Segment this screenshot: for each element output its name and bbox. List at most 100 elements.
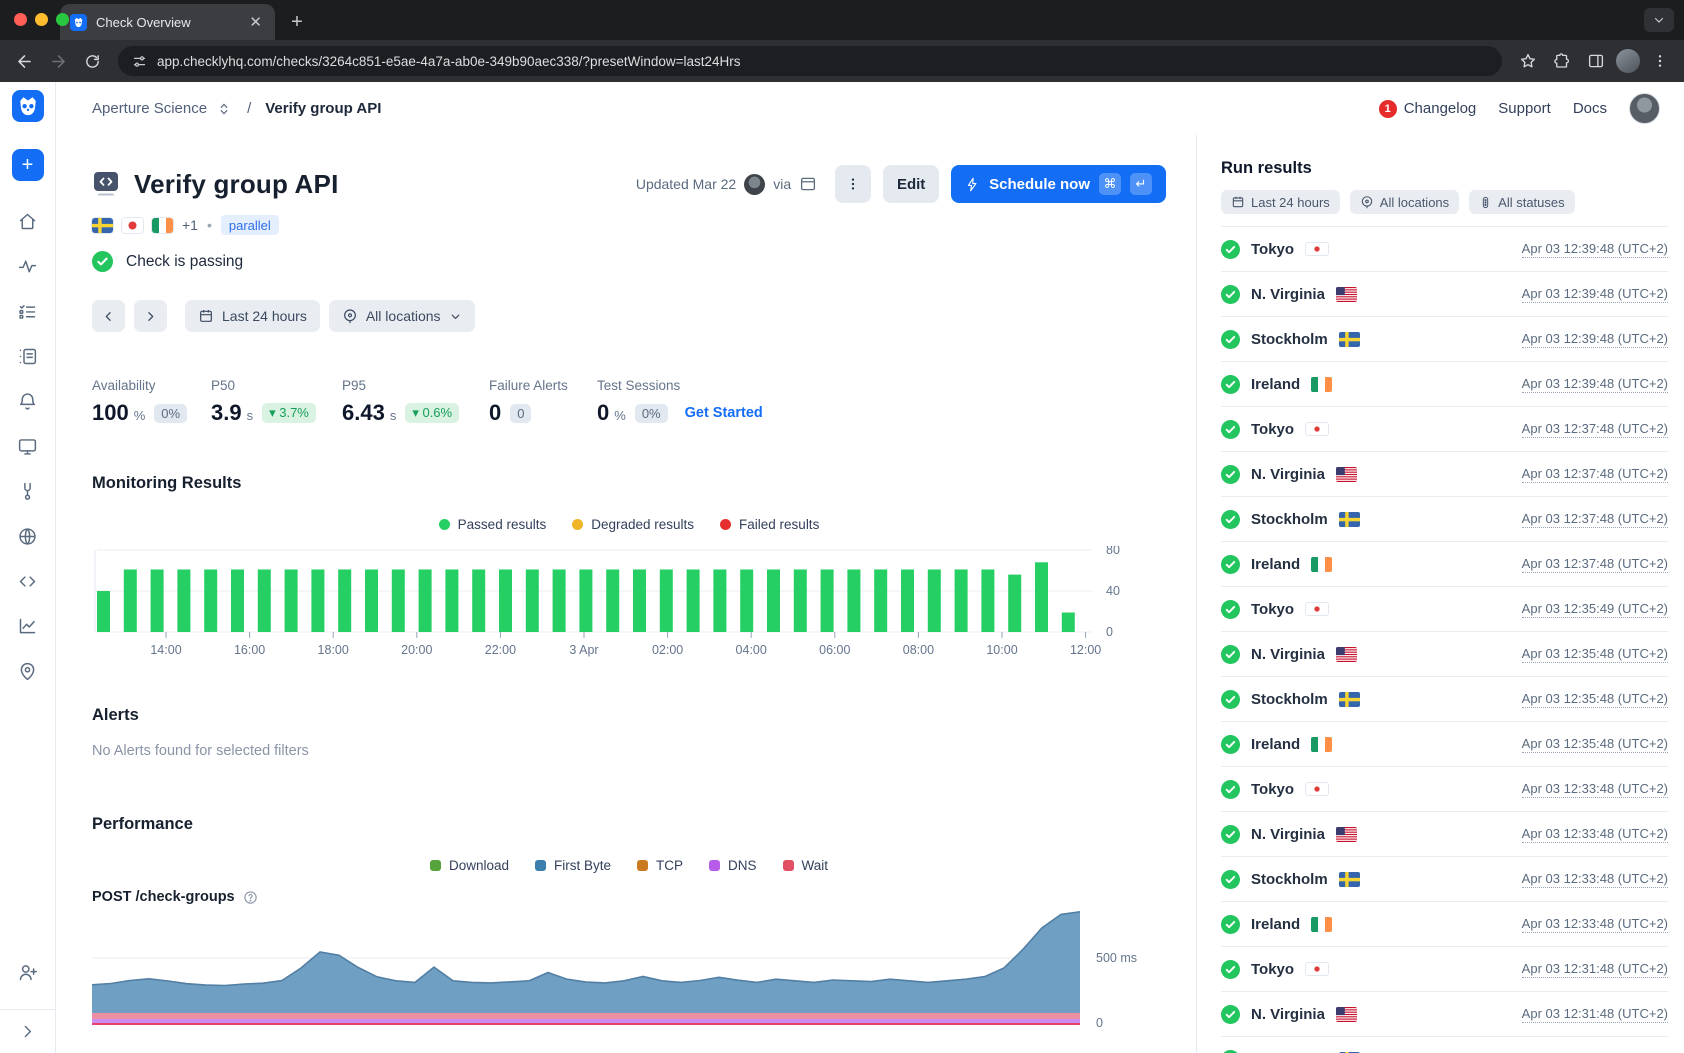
activity-icon[interactable]: [16, 255, 40, 279]
run-result-row[interactable]: N. Virginia Apr 03 12:31:48 (UTC+2): [1221, 991, 1668, 1036]
maintenance-icon[interactable]: [16, 480, 40, 504]
run-timestamp[interactable]: Apr 03 12:33:48 (UTC+2): [1522, 916, 1668, 933]
changelog-link[interactable]: 1 Changelog: [1379, 100, 1477, 118]
run-timestamp[interactable]: Apr 03 12:33:48 (UTC+2): [1522, 826, 1668, 843]
time-range-filter[interactable]: Last 24 hours: [185, 300, 320, 332]
stats-row: Availability 100 % 0% P50 3.9 s ▾ 3.7% P…: [92, 378, 1166, 426]
browser-menu-icon[interactable]: [1646, 47, 1674, 75]
run-result-row[interactable]: Tokyo Apr 03 12:35:49 (UTC+2): [1221, 586, 1668, 631]
monitoring-results-chart[interactable]: 8040014:0016:0018:0020:0022:003 Apr02:00…: [92, 546, 1138, 662]
performance-chart[interactable]: 500 ms0: [92, 911, 1138, 1033]
stat-value: 0: [597, 400, 609, 426]
run-result-row[interactable]: Tokyo Apr 03 12:33:48 (UTC+2): [1221, 766, 1668, 811]
run-timestamp[interactable]: Apr 03 12:31:48 (UTC+2): [1522, 961, 1668, 978]
side-panel-icon[interactable]: [1582, 47, 1610, 75]
run-result-row[interactable]: N. Virginia Apr 03 12:39:48 (UTC+2): [1221, 271, 1668, 316]
dashboards-icon[interactable]: [16, 345, 40, 369]
check-status: Check is passing: [92, 251, 1166, 272]
account-switcher-icon[interactable]: [215, 100, 233, 118]
browser-tab[interactable]: Check Overview ✕: [60, 4, 275, 40]
edit-button[interactable]: Edit: [883, 165, 939, 203]
runs-time-chip[interactable]: Last 24 hours: [1221, 190, 1340, 214]
run-result-row[interactable]: Stockholm Apr 03 12:37:48 (UTC+2): [1221, 496, 1668, 541]
tab-search-button[interactable]: [1644, 8, 1674, 32]
help-icon[interactable]: [243, 890, 258, 905]
window-controls[interactable]: [14, 13, 69, 26]
back-icon[interactable]: [10, 47, 38, 75]
browser-profile-avatar[interactable]: [1616, 49, 1640, 73]
run-timestamp[interactable]: Apr 03 12:39:48 (UTC+2): [1522, 376, 1668, 393]
new-tab-button[interactable]: +: [283, 8, 311, 36]
close-window-icon[interactable]: [14, 13, 27, 26]
docs-link[interactable]: Docs: [1573, 100, 1607, 117]
run-timestamp[interactable]: Apr 03 12:33:48 (UTC+2): [1522, 781, 1668, 798]
minimize-window-icon[interactable]: [35, 13, 48, 26]
run-result-row[interactable]: Tokyo Apr 03 12:37:48 (UTC+2): [1221, 406, 1668, 451]
user-avatar[interactable]: [1629, 93, 1660, 124]
tab-close-icon[interactable]: ✕: [246, 13, 265, 31]
run-result-row[interactable]: N. Virginia Apr 03 12:35:48 (UTC+2): [1221, 631, 1668, 676]
support-link[interactable]: Support: [1498, 100, 1551, 117]
passed-check-icon: [1221, 690, 1240, 709]
run-result-row[interactable]: Stockholm Apr 03 12:39:48 (UTC+2): [1221, 316, 1668, 361]
browser-checks-icon[interactable]: [16, 435, 40, 459]
private-locations-globe-icon[interactable]: [16, 525, 40, 549]
runs-locations-chip[interactable]: All locations: [1350, 190, 1459, 214]
app-header: Aperture Science / Verify group API 1 Ch…: [56, 82, 1684, 135]
breadcrumb-page: Verify group API: [265, 100, 381, 117]
bookmark-star-icon[interactable]: [1514, 47, 1542, 75]
run-result-row[interactable]: Stockholm Apr 03 12:33:48 (UTC+2): [1221, 856, 1668, 901]
reload-icon[interactable]: [78, 47, 106, 75]
alerts-bell-icon[interactable]: [16, 390, 40, 414]
locations-filter[interactable]: All locations: [329, 300, 475, 332]
svg-text:0: 0: [1096, 1016, 1103, 1030]
forward-icon[interactable]: [44, 47, 72, 75]
run-timestamp[interactable]: Apr 03 12:37:48 (UTC+2): [1522, 556, 1668, 573]
runs-statuses-chip[interactable]: All statuses: [1469, 190, 1574, 214]
checks-list-icon[interactable]: [16, 300, 40, 324]
run-timestamp[interactable]: Apr 03 12:31:48 (UTC+2): [1522, 1006, 1668, 1023]
collapse-sidebar-button[interactable]: [0, 1009, 55, 1053]
home-icon[interactable]: [16, 210, 40, 234]
prev-window-button[interactable]: [92, 300, 125, 332]
run-result-row[interactable]: N. Virginia Apr 03 12:33:48 (UTC+2): [1221, 811, 1668, 856]
run-result-row[interactable]: Stockholm Apr 03 12:35:48 (UTC+2): [1221, 676, 1668, 721]
run-timestamp[interactable]: Apr 03 12:35:48 (UTC+2): [1522, 736, 1668, 753]
create-new-button[interactable]: +: [12, 149, 44, 181]
run-timestamp[interactable]: Apr 03 12:33:48 (UTC+2): [1522, 871, 1668, 888]
se-flag-icon: [1339, 512, 1360, 527]
extensions-icon[interactable]: [1548, 47, 1576, 75]
run-result-row[interactable]: Tokyo Apr 03 12:31:48 (UTC+2): [1221, 946, 1668, 991]
run-timestamp[interactable]: Apr 03 12:39:48 (UTC+2): [1522, 331, 1668, 348]
more-actions-button[interactable]: [835, 165, 871, 203]
maximize-window-icon[interactable]: [56, 13, 69, 26]
run-result-row[interactable]: Ireland Apr 03 12:39:48 (UTC+2): [1221, 361, 1668, 406]
locations-pin-icon[interactable]: [16, 660, 40, 684]
run-timestamp[interactable]: Apr 03 12:37:48 (UTC+2): [1522, 511, 1668, 528]
run-result-row[interactable]: Stockholm Apr 03 12:31:48 (UTC+2): [1221, 1036, 1668, 1053]
run-result-row[interactable]: Ireland Apr 03 12:35:48 (UTC+2): [1221, 721, 1668, 766]
checkly-logo-icon[interactable]: [12, 90, 44, 122]
run-timestamp[interactable]: Apr 03 12:35:49 (UTC+2): [1522, 601, 1668, 618]
run-timestamp[interactable]: Apr 03 12:35:48 (UTC+2): [1522, 646, 1668, 663]
analytics-icon[interactable]: [16, 615, 40, 639]
run-timestamp[interactable]: Apr 03 12:39:48 (UTC+2): [1522, 241, 1668, 258]
jp-flag-icon: [1310, 784, 1324, 794]
run-timestamp[interactable]: Apr 03 12:35:48 (UTC+2): [1522, 691, 1668, 708]
run-timestamp[interactable]: Apr 03 12:37:48 (UTC+2): [1522, 466, 1668, 483]
next-window-button[interactable]: [134, 300, 167, 332]
schedule-now-button[interactable]: Schedule now ⌘ ↵: [951, 165, 1166, 203]
run-result-row[interactable]: N. Virginia Apr 03 12:37:48 (UTC+2): [1221, 451, 1668, 496]
run-result-row[interactable]: Tokyo Apr 03 12:39:48 (UTC+2): [1221, 226, 1668, 271]
cmd-key-icon: ⌘: [1099, 173, 1121, 195]
site-settings-icon[interactable]: [132, 54, 147, 69]
breadcrumb-account[interactable]: Aperture Science: [92, 100, 207, 117]
invite-user-icon[interactable]: [16, 961, 40, 985]
run-result-row[interactable]: Ireland Apr 03 12:33:48 (UTC+2): [1221, 901, 1668, 946]
get-started-link[interactable]: Get Started: [685, 405, 763, 421]
url-bar[interactable]: app.checklyhq.com/checks/3264c851-e5ae-4…: [118, 46, 1502, 76]
run-timestamp[interactable]: Apr 03 12:37:48 (UTC+2): [1522, 421, 1668, 438]
run-timestamp[interactable]: Apr 03 12:39:48 (UTC+2): [1522, 286, 1668, 303]
run-result-row[interactable]: Ireland Apr 03 12:37:48 (UTC+2): [1221, 541, 1668, 586]
code-snippets-icon[interactable]: [16, 570, 40, 594]
